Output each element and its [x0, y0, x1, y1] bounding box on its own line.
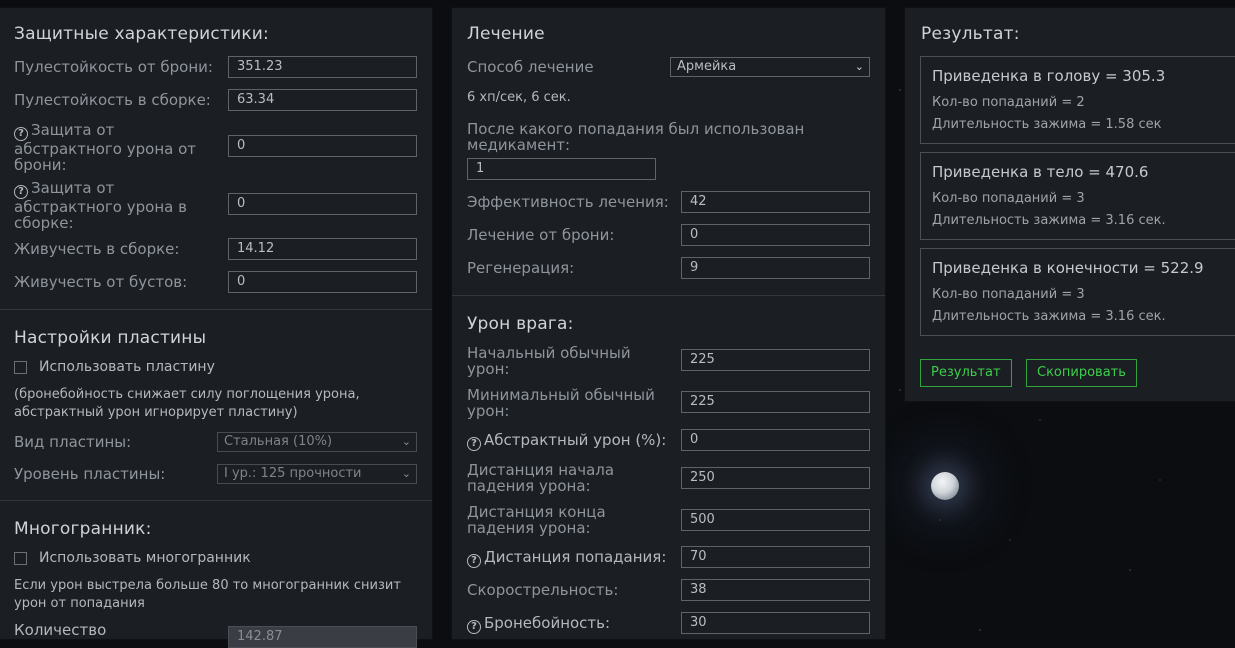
plate-type-label: Вид пластины:: [14, 433, 132, 451]
healing-method-label: Способ лечение: [467, 58, 594, 76]
fire-rate-input[interactable]: 38: [681, 579, 870, 601]
abstract-dmg-text: Абстрактный урон (%):: [484, 431, 667, 449]
after-hit-input[interactable]: 1: [467, 158, 656, 180]
copy-button[interactable]: Скопировать: [1026, 359, 1137, 387]
use-plate-checkbox[interactable]: [14, 361, 27, 374]
help-circle-icon[interactable]: ?: [467, 554, 481, 568]
plate-level-label: Уровень пластины:: [14, 465, 166, 483]
penetration-text: Бронебойность:: [484, 614, 611, 632]
after-hit-label: После какого попадания был использован м…: [467, 120, 805, 154]
polyhedron-count-input[interactable]: 142.87: [228, 626, 417, 648]
result-limbs-hits: Кол-во попаданий = 3: [932, 287, 1085, 302]
enemy-title: Урон врага:: [467, 314, 574, 334]
defense-panel: Защитные характеристики: Пулестойкость о…: [0, 8, 432, 648]
result-panel: Результат: Приведенка в голову = 305.3 К…: [905, 8, 1235, 401]
build-bullet-input[interactable]: 63.34: [228, 89, 417, 111]
plate-note: (бронебойность снижает силу поглощения у…: [14, 387, 360, 420]
plate-level-select[interactable]: I ур.: 125 прочности ⌄: [217, 464, 417, 484]
hit-dist-input[interactable]: 70: [681, 546, 870, 568]
fire-rate-label: Скорострельность:: [467, 581, 619, 599]
defense-title: Защитные характеристики:: [14, 24, 269, 44]
falloff-end-label: Дистанция конца падения урона:: [467, 503, 606, 537]
result-head-duration: Длительность зажима = 1.58 сек: [932, 117, 1162, 132]
divider: [0, 500, 432, 501]
chevron-down-icon: ⌄: [401, 467, 411, 480]
plate-title: Настройки пластины: [14, 328, 207, 348]
moon-decoration: [931, 472, 959, 500]
polyhedron-title: Многогранник:: [14, 519, 152, 539]
vitality-build-input[interactable]: 14.12: [228, 238, 417, 260]
falloff-start-label: Дистанция начала падения урона:: [467, 461, 615, 495]
penetration-label: ? Бронебойность:: [467, 615, 610, 634]
result-title: Результат:: [921, 24, 1020, 44]
efficiency-input[interactable]: 42: [681, 191, 870, 213]
falloff-start-input[interactable]: 250: [681, 467, 870, 489]
help-circle-icon[interactable]: ?: [467, 620, 481, 634]
armor-bullet-label: Пулестойкость от брони:: [14, 58, 213, 76]
help-circle-icon[interactable]: ?: [467, 437, 481, 451]
regen-label: Регенерация:: [467, 259, 575, 277]
abstract-armor-text: Защита от абстрактного урона от брони:: [14, 121, 197, 174]
abstract-build-text: Защита от абстрактного урона в сборке:: [14, 179, 187, 232]
use-plate-label: Использовать пластину: [39, 359, 215, 375]
use-polyhedron-label: Использовать многогранник: [39, 550, 251, 566]
result-body-box: Приведенка в тело = 470.6 Кол-во попадан…: [920, 152, 1235, 240]
vitality-boost-input[interactable]: 0: [228, 271, 417, 293]
chevron-down-icon: ⌄: [854, 60, 864, 73]
use-polyhedron-checkbox[interactable]: [14, 552, 27, 565]
start-dmg-label: Начальный обычный урон:: [467, 344, 631, 378]
result-body-duration: Длительность зажима = 3.16 сек.: [932, 213, 1166, 228]
abstract-dmg-input[interactable]: 0: [681, 429, 870, 451]
falloff-end-input[interactable]: 500: [681, 509, 870, 531]
polyhedron-note: Если урон выстрела больше 80 то многогра…: [14, 578, 401, 611]
healing-method-value: Армейка: [677, 59, 737, 74]
healing-enemy-panel: Лечение Способ лечение Армейка ⌄ 6 хп/се…: [452, 8, 885, 639]
armor-bullet-input[interactable]: 351.23: [228, 56, 417, 78]
hit-dist-text: Дистанция попадания:: [484, 548, 667, 566]
plate-type-select[interactable]: Стальная (10%) ⌄: [217, 432, 417, 452]
result-head-hits: Кол-во попаданий = 2: [932, 95, 1085, 110]
abstract-dmg-label: ? Абстрактный урон (%):: [467, 432, 666, 451]
start-dmg-input[interactable]: 225: [681, 349, 870, 371]
result-limbs-title: Приведенка в конечности = 522.9: [932, 259, 1204, 277]
min-dmg-input[interactable]: 225: [681, 391, 870, 413]
vitality-build-label: Живучесть в сборке:: [14, 240, 180, 258]
result-limbs-box: Приведенка в конечности = 522.9 Кол-во п…: [920, 248, 1235, 336]
abstract-build-label: ? Защита от абстрактного урона в сборке:: [14, 180, 214, 231]
armor-heal-input[interactable]: 0: [681, 224, 870, 246]
min-dmg-label: Минимальный обычный урон:: [467, 386, 655, 420]
abstract-armor-label: ? Защита от абстрактного урона от брони:: [14, 122, 214, 173]
armor-heal-label: Лечение от брони:: [467, 226, 615, 244]
healing-rate-text: 6 хп/сек, 6 сек.: [467, 90, 571, 105]
penetration-input[interactable]: 30: [681, 612, 870, 634]
result-body-hits: Кол-во попаданий = 3: [932, 191, 1085, 206]
plate-level-value: I ур.: 125 прочности: [224, 466, 362, 481]
healing-method-select[interactable]: Армейка ⌄: [670, 57, 870, 77]
help-circle-icon[interactable]: ?: [14, 127, 28, 141]
abstract-armor-input[interactable]: 0: [228, 135, 417, 157]
result-body-title: Приведенка в тело = 470.6: [932, 163, 1149, 181]
abstract-build-input[interactable]: 0: [228, 193, 417, 215]
regen-input[interactable]: 9: [681, 257, 870, 279]
result-head-box: Приведенка в голову = 305.3 Кол-во попад…: [920, 56, 1235, 144]
efficiency-label: Эффективность лечения:: [467, 193, 669, 211]
healing-title: Лечение: [467, 24, 545, 44]
help-circle-icon[interactable]: ?: [14, 185, 28, 199]
chevron-down-icon: ⌄: [401, 435, 411, 448]
vitality-boost-label: Живучесть от бустов:: [14, 273, 188, 291]
result-head-title: Приведенка в голову = 305.3: [932, 67, 1166, 85]
plate-type-value: Стальная (10%): [224, 434, 333, 449]
divider: [452, 295, 885, 296]
result-button[interactable]: Результат: [920, 359, 1012, 387]
build-bullet-label: Пулестойкость в сборке:: [14, 91, 211, 109]
result-limbs-duration: Длительность зажима = 3.16 сек.: [932, 309, 1166, 324]
hit-dist-label: ? Дистанция попадания:: [467, 549, 666, 568]
divider: [0, 309, 432, 310]
polyhedron-count-label: Количество: [14, 621, 107, 639]
